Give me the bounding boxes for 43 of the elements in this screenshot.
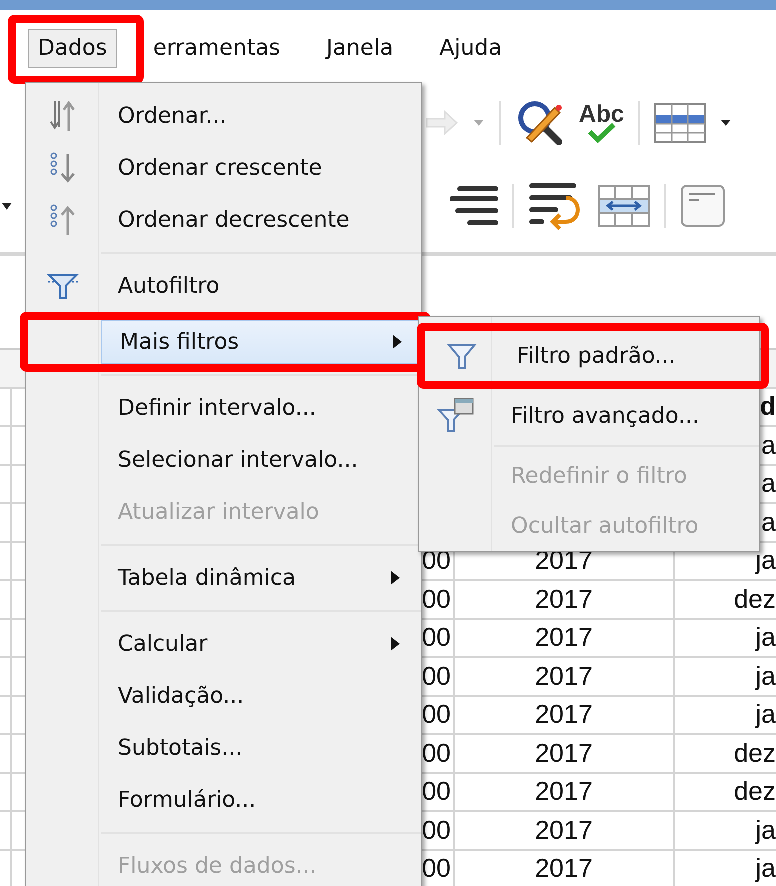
merge-cells-icon <box>598 185 650 227</box>
sort-ascending-icon <box>48 151 76 185</box>
dropdown-caret-icon <box>720 119 732 127</box>
table-cell: 2017 <box>455 850 675 886</box>
table-cell-text: dez <box>733 736 776 770</box>
align-right-icon <box>450 185 498 227</box>
filter-icon <box>46 272 80 300</box>
table-cell-text: dez <box>733 775 776 808</box>
table-cell: 2017 <box>455 774 675 810</box>
menu-item[interactable]: Ordenar crescente <box>99 142 421 194</box>
menu-item[interactable]: Ordenar... <box>99 90 421 142</box>
menu-bar-item[interactable]: Ajuda <box>430 28 512 68</box>
menu-bar-item[interactable]: Dados <box>28 28 118 68</box>
table-cell-text: ja <box>754 621 776 654</box>
menu-item[interactable]: Selecionar intervalo... <box>99 434 421 486</box>
table-cell-text: a <box>760 428 776 462</box>
table-icon <box>654 103 706 143</box>
table-cell: 2017 <box>455 658 675 694</box>
dropdown-caret-icon <box>2 202 12 210</box>
advanced-filter-icon <box>436 398 474 434</box>
table-cell-text: dez <box>733 582 776 616</box>
sort-arrows-icon <box>48 99 76 133</box>
table-cell-text: ja <box>754 852 776 886</box>
table-cell: 2017 <box>455 735 675 772</box>
menu-item[interactable]: Definir intervalo... <box>99 382 421 434</box>
table-cell-text: ja <box>754 698 776 732</box>
table-cell-text: ja <box>754 660 776 693</box>
redo-icon <box>425 109 459 137</box>
table-cell: 2017 <box>455 581 675 618</box>
text-box-icon <box>680 184 726 228</box>
table-cell: 2017 <box>455 812 675 848</box>
menu-bar-item[interactable]: Janela <box>316 28 404 68</box>
menu-item[interactable]: Filtro padrão... <box>498 331 761 381</box>
table-cell: 2017 <box>455 620 675 656</box>
menu-item[interactable]: Ordenar decrescente <box>99 194 421 246</box>
dropdown-caret-icon <box>473 119 485 127</box>
table-cell: 2017 <box>455 696 675 733</box>
menu-item[interactable]: Filtro avançado... <box>492 391 759 441</box>
sort-descending-icon <box>48 203 76 237</box>
menu-item[interactable]: Autofiltro <box>99 260 421 312</box>
table-cell-text: ja <box>754 814 776 847</box>
filter-icon <box>446 342 476 370</box>
menu-bar-item[interactable]: erramentas <box>143 28 291 68</box>
